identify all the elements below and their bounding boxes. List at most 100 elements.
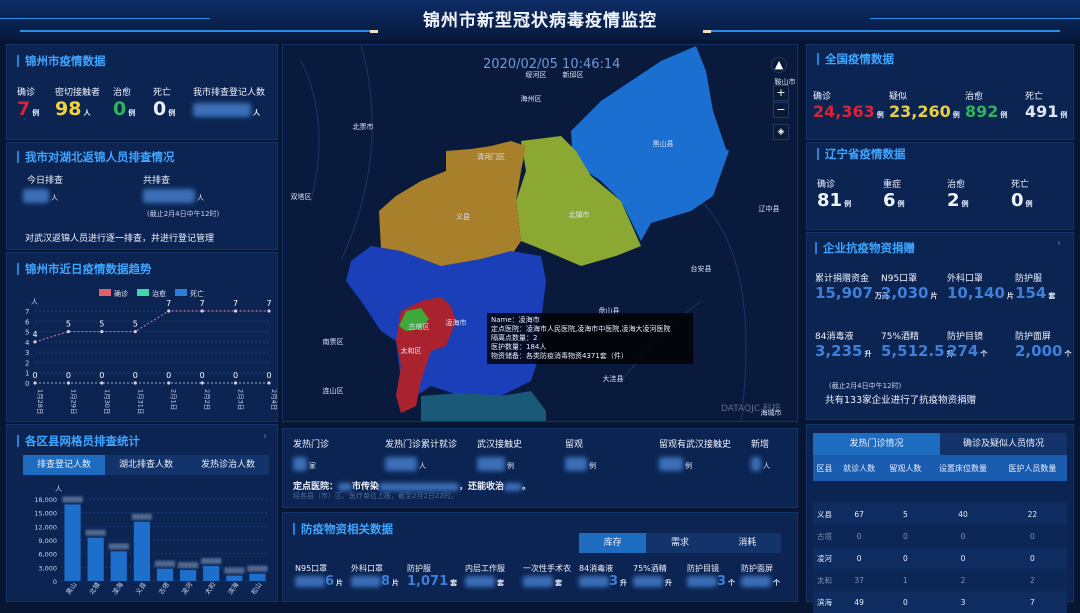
supply-item: 84消毒液 3 升 [579,563,627,589]
stat-label: 死亡 [1025,92,1044,102]
stat-value: 154 [1015,284,1047,302]
region-binhai[interactable] [421,391,546,422]
stat-value: 98 [55,98,82,120]
unit: 人 [51,194,58,202]
clinic-label: 留观 [565,440,584,450]
supply-item: 一次性手术衣套 [523,563,571,589]
data-label: 7 [233,299,238,308]
bar[interactable] [87,537,104,581]
y-tick-label: 3,000 [38,564,57,572]
tab-stock[interactable]: 库存 [579,533,647,553]
bar[interactable] [203,565,220,581]
blurred-value [293,456,307,471]
table-row[interactable]: 太和 37 1 2 2 [813,569,1067,591]
data-point[interactable] [100,329,104,334]
x-tick-label: 1月28日 [36,389,44,414]
table-cell: 古塔 [817,531,833,541]
map-label: 古塔区 [409,322,430,331]
map-label: 黑山县 [653,139,674,148]
table-cell: 义县 [817,509,833,519]
clinic-label: 武汉接触史 [477,440,523,450]
supply-label: 防护目镜 [687,564,719,573]
map[interactable]: 绥河区 新邱区海州区北票市清河门区双塔区义县 北镇市黑山县辽中县台安县南票区连山区古… [283,45,798,422]
panel-title: 防疫物资相关数据 [293,523,393,535]
bar[interactable] [133,521,150,581]
table-row[interactable]: 古塔 0 0 0 0 [813,525,1067,547]
data-point[interactable] [133,381,137,385]
legend-swatch [175,289,187,296]
panel-title: 企业抗疫物资捐赠 [815,242,915,254]
grid-panel: 各区县网格员排查统计 › 排查登记人数 湖北排查人数 发热诊治人数 人 0 3,00… [6,424,278,602]
data-point[interactable] [100,381,104,385]
table-cell: 3 [960,597,966,607]
zoom-out-button[interactable]: − [773,102,789,118]
zoom-in-button[interactable]: + [773,85,789,101]
data-point[interactable] [200,381,204,385]
table-row[interactable]: 凌河 0 0 0 0 [813,547,1067,569]
compass-icon[interactable]: ▲ [771,57,787,73]
stat-unit: 例 [168,109,176,117]
map-label: 凌海市 [446,318,467,327]
chevron-right-icon[interactable]: › [1057,238,1061,249]
tab-consume[interactable]: 消耗 [714,533,781,553]
data-point[interactable] [267,309,271,313]
data-point[interactable] [66,381,71,385]
y-tick-label: 18,000 [34,496,57,504]
clinic-stat: 发热门诊家 [293,437,329,472]
supply-label: 一次性手术衣 [523,564,571,573]
data-point[interactable] [233,381,238,385]
stat-value: 2,030 [881,284,929,302]
clinic-label: 新增 [751,440,770,450]
table-cell: 67 [854,509,864,519]
y-tick-label: 4 [25,339,30,347]
bar[interactable] [226,575,243,581]
clinic-stat: 新增人 [751,437,770,472]
tab-fever-clinic[interactable]: 发热门诊情况 [813,433,940,455]
supply-unit: 升 [620,579,628,587]
stat-item: 密切接触者 98 人 [55,85,100,124]
bar[interactable] [180,570,197,581]
map-label: 太和区 [401,346,422,355]
data-point[interactable] [33,381,37,385]
x-tick-label: 北镇 [87,580,102,596]
hubei-panel: 我市对湖北返锦人员排查情况 今日排查 人 共排查 人 (截止2月4日中午12时)… [6,142,278,250]
table-cell: 凌河 [817,553,833,563]
tab-demand[interactable]: 需求 [646,533,713,553]
stat-item: 治愈 2 例 [947,177,969,215]
column-header: 设置床位数量 [928,455,998,481]
stat-unit: 例 [844,200,852,208]
data-point[interactable] [66,329,71,334]
legend-swatch [137,289,149,296]
layers-icon[interactable]: ◈ [773,124,789,140]
stat-value: 15,907 [815,284,873,302]
bar[interactable] [249,573,266,581]
data-point[interactable] [33,340,37,344]
stat-item: 84消毒液 3,235 升 [815,329,871,363]
data-point[interactable] [167,381,171,385]
stat-label: 确诊 [813,92,832,102]
blurred-value [579,576,609,587]
y-tick-label: 1 [25,370,29,378]
data-point[interactable] [233,309,238,313]
table-row[interactable]: 义县 67 5 40 22 [813,503,1067,525]
tab-confirmed-suspected[interactable]: 确诊及疑似人员情况 [940,433,1067,455]
data-point[interactable] [267,381,271,385]
supply-item: 内层工作服套 [465,563,505,589]
bar[interactable] [156,568,174,581]
table-row[interactable]: 滨海 49 0 3 7 [813,591,1067,613]
data-label: 5 [133,320,138,329]
bar[interactable] [64,504,81,581]
map-panel[interactable]: 绥河区 新邱区 海州区 北票市 清河门区 双塔区 义县 北镇市 黑山县 辽中县 台安县 南票区 连山区古… [282,44,798,422]
blurred-value [477,456,505,471]
table-cell: 0 [902,553,908,563]
data-point[interactable] [167,309,171,313]
blurred-value [23,188,49,203]
data-point[interactable] [133,329,137,334]
data-point[interactable] [200,309,204,313]
bar[interactable] [110,551,127,581]
table-cell: 40 [958,509,968,519]
blurred-value [465,576,495,587]
data-label: 0 [99,371,104,380]
legend-label: 死亡 [190,289,204,298]
supply-value: 8 [381,574,391,589]
